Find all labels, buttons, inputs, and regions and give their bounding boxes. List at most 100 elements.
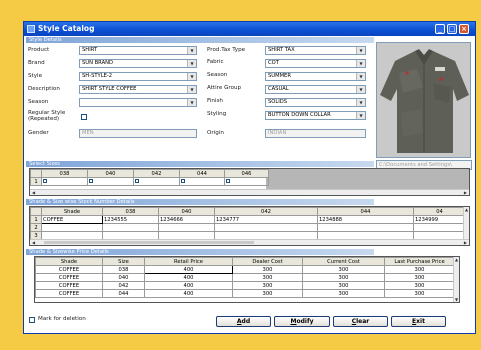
table-cell[interactable]: 1234555 <box>102 215 159 224</box>
table-cell[interactable]: 300 <box>302 273 385 282</box>
table-cell[interactable] <box>214 223 318 232</box>
sizes-horizontal-scrollbar[interactable]: ◀ ▶ <box>30 189 469 195</box>
table-row[interactable]: COFFEE 044 400 300 300 300 <box>35 289 455 298</box>
product-photo[interactable] <box>376 42 471 158</box>
scroll-right-icon[interactable]: ▶ <box>464 190 467 195</box>
size-checkbox[interactable] <box>226 179 230 183</box>
scroll-up-icon[interactable]: ▲ <box>454 257 459 262</box>
size-cell-044[interactable] <box>179 177 225 186</box>
chevron-down-icon[interactable]: ▼ <box>187 73 196 80</box>
table-cell[interactable]: 300 <box>232 273 303 282</box>
finish-value: SOLIDS <box>268 99 288 105</box>
table-cell[interactable]: 1234666 <box>158 215 215 224</box>
season-left-select[interactable]: ▼ <box>79 98 197 107</box>
size-checkbox[interactable] <box>43 179 47 183</box>
table-cell[interactable]: COFFEE <box>41 215 103 224</box>
table-cell[interactable]: 300 <box>232 265 303 274</box>
title-bar[interactable]: Style Catalog _ □ × <box>24 22 475 36</box>
stock-horizontal-scrollbar[interactable]: ◀ ▶ <box>30 239 469 245</box>
chevron-down-icon[interactable]: ▼ <box>187 60 196 67</box>
table-cell[interactable]: 300 <box>302 265 385 274</box>
chevron-down-icon[interactable]: ▼ <box>187 47 196 54</box>
table-cell[interactable]: 300 <box>232 281 303 290</box>
size-column-044: 044 <box>179 169 225 178</box>
chevron-down-icon[interactable]: ▼ <box>356 73 365 80</box>
styling-select[interactable]: BUTTON DOWN COLLAR ▼ <box>265 111 366 120</box>
table-cell[interactable]: 400 <box>144 265 233 274</box>
table-cell[interactable] <box>317 223 414 232</box>
chevron-down-icon[interactable]: ▼ <box>187 99 196 106</box>
exit-button[interactable]: Exit <box>391 316 446 327</box>
prod-tax-type-value: SHIRT TAX <box>268 47 295 53</box>
table-cell[interactable]: 300 <box>384 281 455 290</box>
table-cell[interactable] <box>158 223 215 232</box>
chevron-down-icon[interactable]: ▼ <box>356 112 365 119</box>
size-cell-042[interactable] <box>133 177 180 186</box>
chevron-down-icon[interactable]: ▼ <box>187 86 196 93</box>
chevron-down-icon[interactable]: ▼ <box>356 86 365 93</box>
scroll-left-icon[interactable]: ◀ <box>32 190 35 195</box>
product-select[interactable]: SHIRT ▼ <box>79 46 197 55</box>
scroll-up-icon[interactable]: ▲ <box>464 207 469 212</box>
table-row[interactable]: 2 <box>30 223 466 232</box>
size-cell-040[interactable] <box>87 177 134 186</box>
styling-label: Styling <box>207 111 227 117</box>
size-checkbox[interactable] <box>135 179 139 183</box>
chevron-down-icon[interactable]: ▼ <box>356 99 365 106</box>
table-row[interactable]: COFFEE 042 400 300 300 300 <box>35 281 455 290</box>
size-cell-038[interactable] <box>41 177 88 186</box>
clear-button[interactable]: Clear <box>333 316 388 327</box>
fabric-select[interactable]: COT ▼ <box>265 59 366 68</box>
table-cell[interactable]: 400 <box>144 273 233 282</box>
description-select[interactable]: SHIRT STYLE COFFEE ▼ <box>79 85 197 94</box>
table-cell[interactable]: 400 <box>144 281 233 290</box>
chevron-down-icon[interactable]: ▼ <box>356 60 365 67</box>
brand-select[interactable]: SUN BRAND ▼ <box>79 59 197 68</box>
table-cell[interactable]: 400 <box>144 289 233 298</box>
origin-field: INDIAN <box>265 129 366 138</box>
table-cell[interactable]: 300 <box>302 281 385 290</box>
minimize-button[interactable]: _ <box>435 24 445 34</box>
table-cell[interactable] <box>102 223 159 232</box>
clear-button-label: lear <box>356 318 370 325</box>
maximize-button[interactable]: □ <box>447 24 457 34</box>
size-cell-046[interactable] <box>224 177 269 186</box>
table-cell[interactable]: 300 <box>384 273 455 282</box>
regular-style-checkbox[interactable] <box>81 114 87 120</box>
attire-group-select[interactable]: CASUAL ▼ <box>265 85 366 94</box>
table-cell[interactable]: 1234888 <box>317 215 414 224</box>
chevron-down-icon[interactable]: ▼ <box>356 47 365 54</box>
price-vertical-scrollbar[interactable]: ▲ ▼ <box>453 257 459 302</box>
size-checkbox[interactable] <box>89 179 93 183</box>
scroll-right-icon[interactable]: ▶ <box>464 240 467 245</box>
table-row[interactable]: COFFEE 040 400 300 300 300 <box>35 273 455 282</box>
mark-for-deletion-checkbox[interactable] <box>29 317 35 323</box>
table-row[interactable]: 1 COFFEE 1234555 1234666 1234777 1234888… <box>30 215 466 224</box>
corner-cell <box>30 169 42 178</box>
table-cell[interactable]: 300 <box>384 265 455 274</box>
description-label: Description <box>28 86 60 92</box>
table-row[interactable]: COFFEE 038 400 300 300 300 <box>35 265 455 274</box>
table-cell[interactable]: 1234777 <box>214 215 318 224</box>
table-cell[interactable]: 300 <box>302 289 385 298</box>
table-cell: COFFEE <box>35 281 103 290</box>
stock-vertical-scrollbar[interactable]: ▲ <box>463 207 469 239</box>
scroll-down-icon[interactable]: ▼ <box>454 297 459 302</box>
size-checkbox[interactable] <box>181 179 185 183</box>
scroll-thumb[interactable] <box>44 241 254 244</box>
column-header: Current Cost <box>302 257 385 266</box>
add-button[interactable]: Add <box>216 316 271 327</box>
table-cell[interactable] <box>41 223 103 232</box>
scroll-left-icon[interactable]: ◀ <box>32 240 35 245</box>
season-right-select[interactable]: SUMMER ▼ <box>265 72 366 81</box>
table-cell[interactable]: 300 <box>232 289 303 298</box>
prod-tax-type-select[interactable]: SHIRT TAX ▼ <box>265 46 366 55</box>
table-cell[interactable]: 300 <box>384 289 455 298</box>
table-cell[interactable] <box>413 223 466 232</box>
table-cell[interactable]: 1234999 <box>413 215 466 224</box>
style-select[interactable]: SH-STYLE-2 ▼ <box>79 72 197 81</box>
sizes-grid: 038 040 042 044 046 1 ◀ ▶ <box>29 168 470 196</box>
close-button[interactable]: × <box>459 24 469 34</box>
modify-button[interactable]: Modify <box>274 316 330 327</box>
finish-select[interactable]: SOLIDS ▼ <box>265 98 366 107</box>
